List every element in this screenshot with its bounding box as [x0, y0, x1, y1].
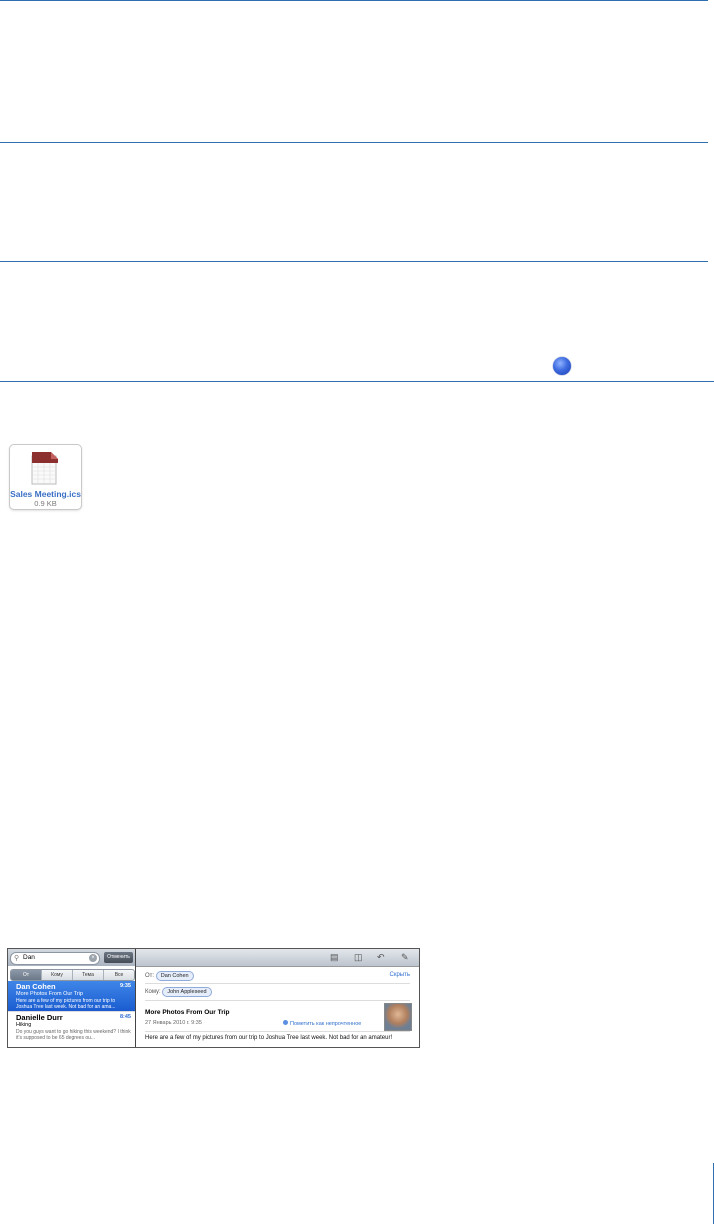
mark-unread-link[interactable]: Пометить как непрочтенное — [283, 1020, 361, 1027]
blue-dot-icon — [553, 357, 571, 375]
unread-dot-icon — [283, 1020, 288, 1025]
mark-unread-label: Пометить как непрочтенное — [290, 1021, 362, 1027]
top-rule — [0, 0, 708, 1]
folder-icon[interactable]: ▤ — [330, 952, 339, 963]
section-rule — [0, 142, 708, 143]
cancel-button[interactable]: Отменить — [104, 952, 133, 963]
message-row[interactable]: Danielle Durr 8:45 Hiking Do you guys wa… — [8, 1011, 135, 1042]
sender-photo — [384, 1003, 412, 1031]
message-subject: More Photos From Our Trip — [16, 991, 83, 997]
message-row[interactable]: Dan Cohen 9:35 More Photos From Our Trip… — [8, 981, 135, 1011]
from-address-pill[interactable]: Dan Cohen — [155, 971, 194, 981]
message-body: Here are a few of my pictures from our t… — [145, 1035, 393, 1041]
search-bar: ⚲ Dan × Отменить — [8, 949, 135, 966]
attachment-filename: Sales Meeting.ics — [10, 489, 81, 499]
to-address-pill[interactable]: John Appleseed — [162, 987, 212, 997]
mail-screenshot: ⚲ Dan × Отменить От Кому Тема Все Dan Co… — [7, 948, 420, 1048]
attachment-size: 0.9 KB — [34, 499, 57, 508]
scope-subject[interactable]: Тема — [73, 970, 104, 980]
message-sender: Danielle Durr — [16, 1013, 63, 1022]
message-preview: Do you guys want to go hiking this weeke… — [16, 1029, 131, 1041]
message-sender: Dan Cohen — [16, 982, 56, 991]
search-icon: ⚲ — [14, 955, 20, 962]
clear-icon[interactable]: × — [89, 954, 97, 962]
compose-icon[interactable]: ✎ — [401, 952, 409, 963]
section-rule — [0, 381, 714, 382]
from-label: От: — [145, 973, 155, 979]
section-rule — [0, 261, 708, 262]
message-detail-pane: ▤ ◫ ↶ ✎ От: Dan Cohen Скрыть Кому: John … — [136, 949, 419, 1047]
divider — [145, 1031, 410, 1032]
message-list-pane: ⚲ Dan × Отменить От Кому Тема Все Dan Co… — [8, 949, 136, 1047]
attachment-tile[interactable]: Sales Meeting.ics 0.9 KB — [9, 444, 82, 510]
scope-all[interactable]: Все — [104, 970, 134, 980]
to-label: Кому: — [145, 989, 161, 995]
message-subject-heading: More Photos From Our Trip — [145, 1009, 230, 1016]
scope-from[interactable]: От — [11, 970, 42, 980]
divider — [145, 983, 410, 984]
message-time: 9:35 — [119, 983, 131, 989]
from-field: От: Dan Cohen — [145, 971, 194, 981]
trash-icon[interactable]: ◫ — [354, 952, 363, 963]
message-preview: Here are a few of my pictures from our t… — [16, 998, 116, 1010]
search-input[interactable]: ⚲ Dan × — [10, 952, 100, 965]
message-subject: Hiking — [16, 1022, 32, 1028]
divider — [145, 1000, 410, 1001]
message-time: 8:45 — [119, 1014, 131, 1020]
message-toolbar: ▤ ◫ ↶ ✎ — [136, 949, 419, 967]
to-field: Кому: John Appleseed — [145, 987, 212, 997]
message-date: 27 Январь 2010 г. 9:35 — [145, 1020, 202, 1026]
search-query: Dan — [23, 954, 35, 961]
hide-link[interactable]: Скрыть — [390, 972, 410, 978]
calendar-file-icon — [31, 452, 58, 485]
scope-to[interactable]: Кому — [42, 970, 73, 980]
search-scope-control: От Кому Тема Все — [10, 969, 135, 981]
reply-icon[interactable]: ↶ — [377, 952, 385, 963]
